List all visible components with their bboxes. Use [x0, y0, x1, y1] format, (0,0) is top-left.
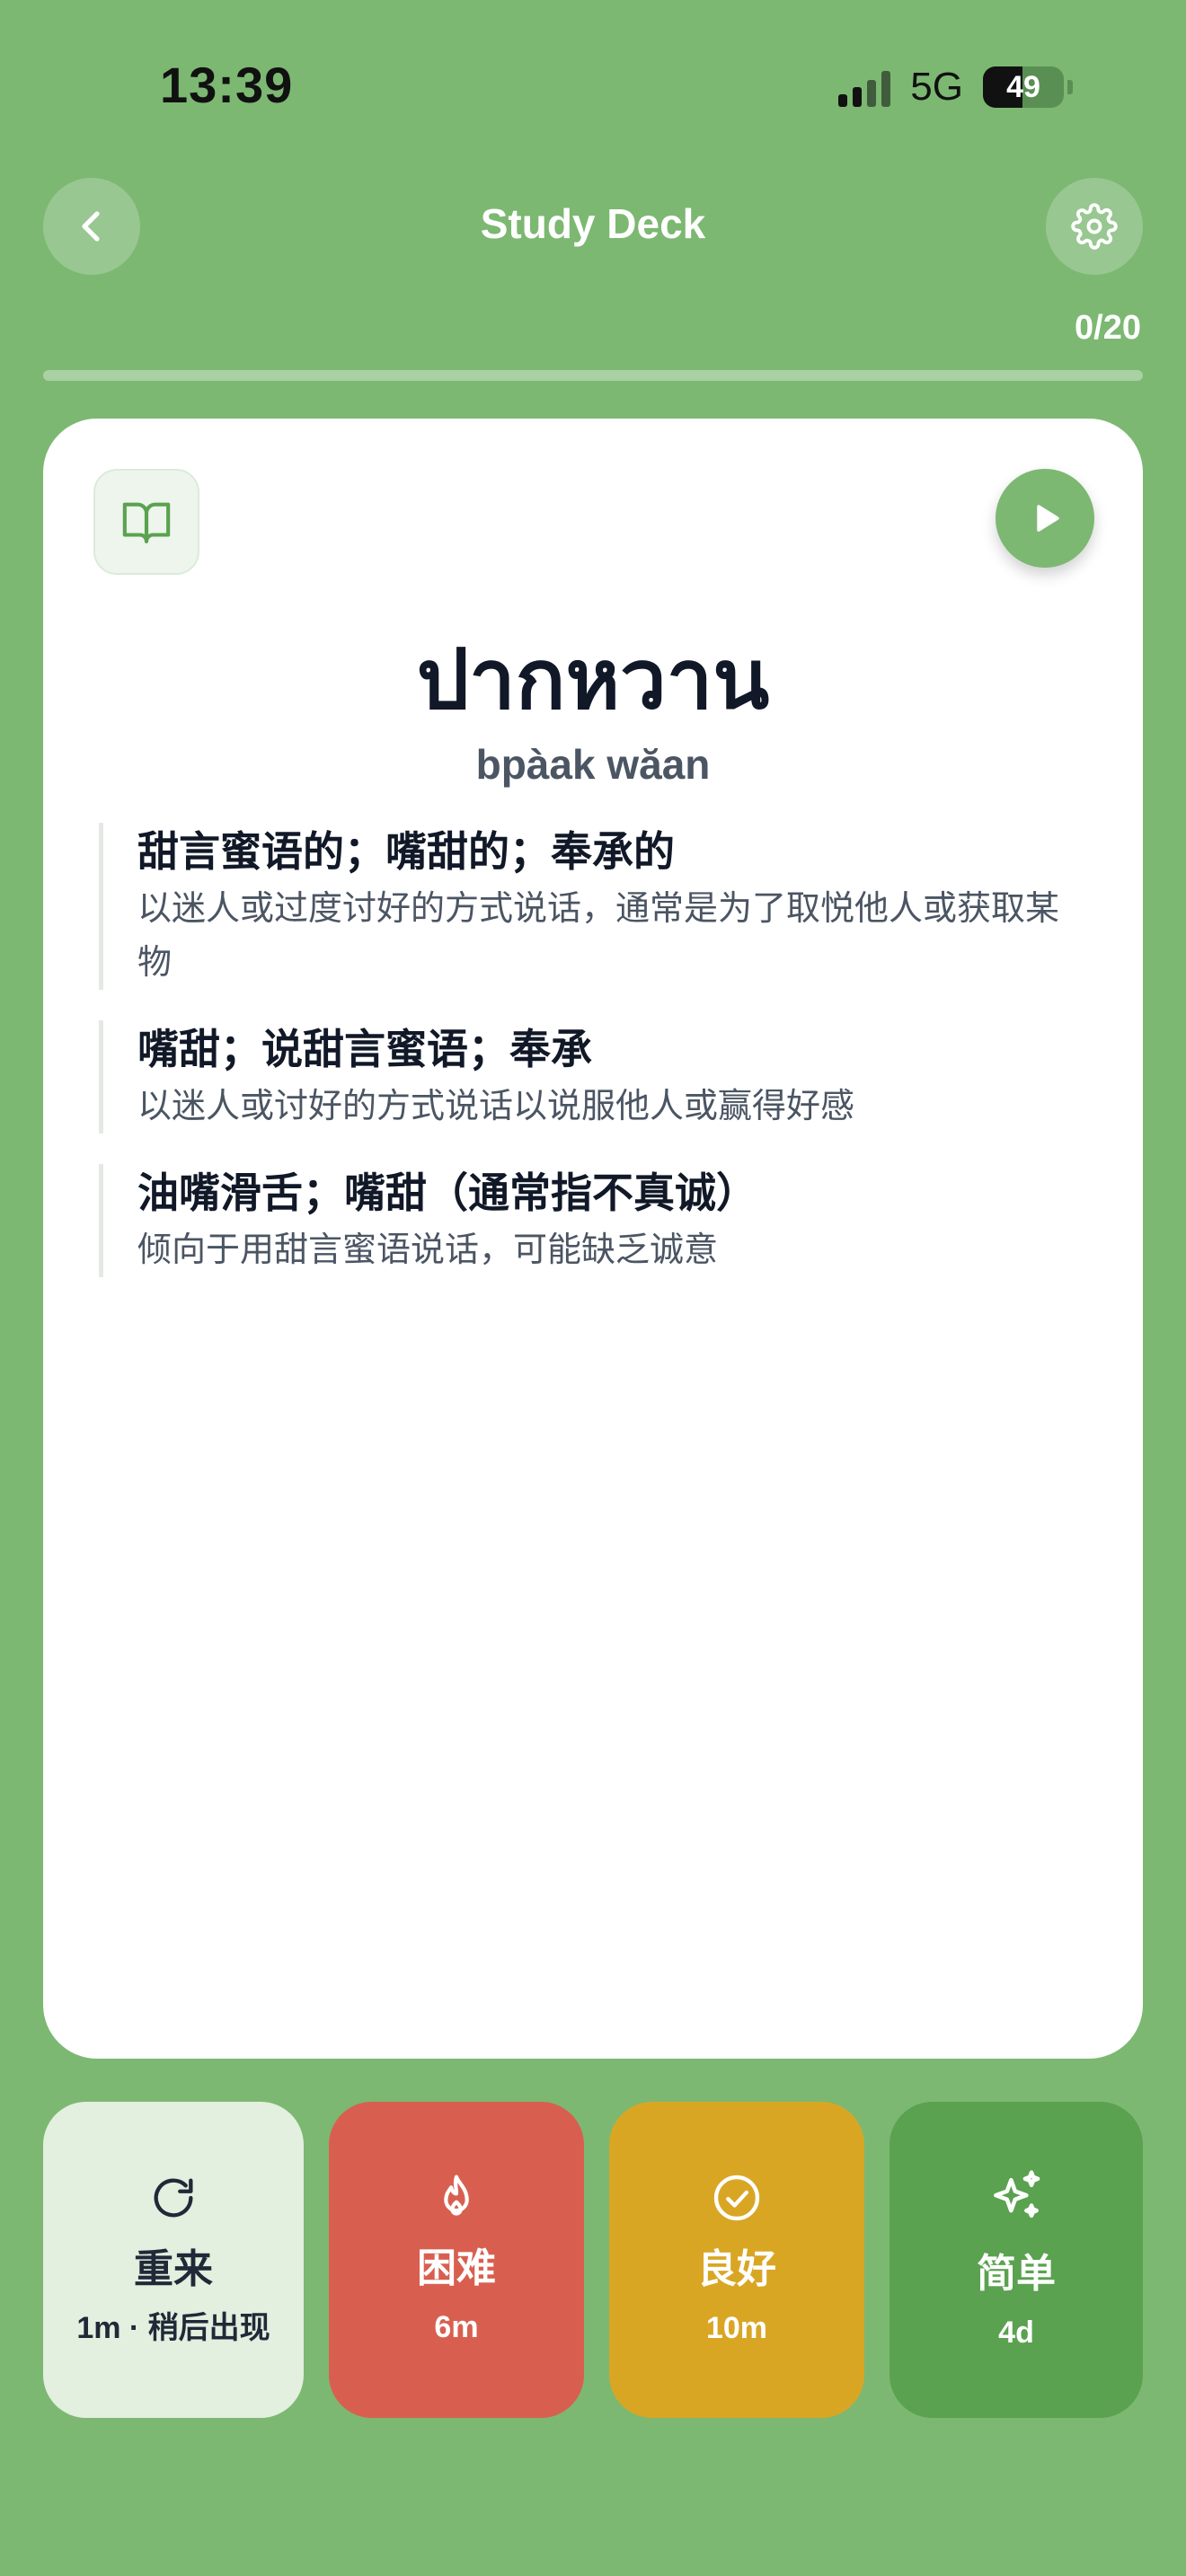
definition-list: 甜言蜜语的；嘴甜的；奉承的 以迷人或过度讨好的方式说话，通常是为了取悦他人或获取… [99, 823, 1093, 1308]
status-time: 13:39 [160, 57, 294, 113]
again-interval: 1m · 稍后出现 [76, 2311, 270, 2345]
definition-title: 甜言蜜语的；嘴甜的；奉承的 [137, 828, 675, 875]
details-button[interactable] [93, 469, 199, 575]
progress-bar [43, 370, 1143, 381]
card-word: ปากหวาน [416, 634, 770, 726]
definition-description: 以迷人或讨好的方式说话以说服他人或赢得好感 [137, 1088, 855, 1125]
card-romanization: bpàak wăan [475, 741, 711, 788]
status-indicators: 5G 49 [838, 65, 1073, 110]
definition-description: 以迷人或过度讨好的方式说话，通常是为了取悦他人或获取某物 [137, 890, 1060, 982]
good-label: 良好 [697, 2247, 776, 2291]
easy-interval: 4d [998, 2316, 1034, 2350]
battery-icon: 49 [983, 66, 1064, 108]
book-open-icon [122, 502, 171, 543]
easy-label: 简单 [977, 2252, 1056, 2296]
battery-level: 49 [1006, 69, 1040, 104]
good-interval: 10m [705, 2311, 768, 2345]
play-audio-button[interactable] [996, 469, 1094, 568]
good-button[interactable]: 良好 10m [609, 2102, 864, 2418]
play-icon [1037, 505, 1059, 532]
flashcard: ปากหวาน bpàak wăan 甜言蜜语的；嘴甜的；奉承的 以迷人或过度讨… [43, 419, 1143, 2059]
gear-icon [1071, 203, 1118, 250]
refresh-icon [154, 2178, 193, 2218]
settings-button[interactable] [1046, 178, 1143, 275]
check-circle-icon [713, 2175, 760, 2221]
definition-title: 嘴甜；说甜言蜜语；奉承 [137, 1026, 592, 1072]
network-label: 5G [910, 65, 963, 109]
answer-bar: 重来 1m · 稍后出现 困难 6m 良好 10m 简单 4d [43, 2102, 1143, 2418]
definition-title: 油嘴滑舌；嘴甜（通常指不真诚） [137, 1169, 757, 1216]
again-button[interactable]: 重来 1m · 稍后出现 [43, 2102, 304, 2418]
definition-description: 倾向于用甜言蜜语说话，可能缺乏诚意 [137, 1231, 719, 1269]
hard-button[interactable]: 困难 6m [329, 2102, 584, 2418]
page-title: Study Deck [480, 200, 706, 247]
definition-item: 甜言蜜语的；嘴甜的；奉承的 以迷人或过度讨好的方式说话，通常是为了取悦他人或获取… [99, 823, 1093, 990]
easy-button[interactable]: 简单 4d [890, 2102, 1143, 2418]
definition-item: 油嘴滑舌；嘴甜（通常指不真诚） 倾向于用甜言蜜语说话，可能缺乏诚意 [99, 1164, 1093, 1277]
again-label: 重来 [134, 2247, 213, 2291]
sparkles-icon [994, 2170, 1040, 2219]
flame-icon [444, 2175, 469, 2216]
hard-label: 困难 [417, 2246, 496, 2290]
hard-interval: 6m [434, 2310, 479, 2344]
progress-counter: 0/20 [1075, 309, 1141, 347]
signal-icon [838, 67, 891, 107]
definition-item: 嘴甜；说甜言蜜语；奉承 以迷人或讨好的方式说话以说服他人或赢得好感 [99, 1020, 1093, 1134]
